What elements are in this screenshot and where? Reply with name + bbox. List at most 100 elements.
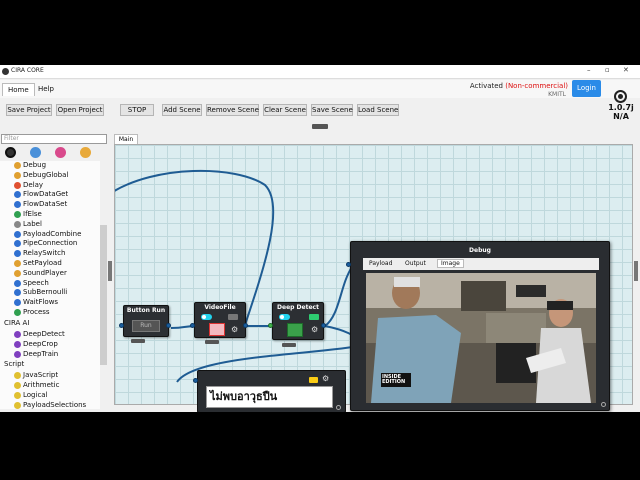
login-button[interactable]: Login (572, 80, 601, 97)
list-item[interactable]: Process (14, 308, 50, 317)
remove-scene-button[interactable]: Remove Scene (206, 104, 259, 116)
node-icon (14, 391, 21, 399)
category-icons (3, 146, 107, 160)
stop-button[interactable]: STOP (120, 104, 154, 116)
list-item[interactable]: DeepCrop (14, 340, 58, 349)
category-globe-icon[interactable] (30, 147, 41, 158)
section-cira-ai[interactable]: CIRA AI (4, 319, 29, 328)
tab-image[interactable]: Image (437, 259, 464, 268)
node-icon (14, 240, 21, 248)
gear-icon[interactable]: ⚙ (322, 375, 329, 383)
tab-help[interactable]: Help (33, 83, 59, 95)
node-tab-handle[interactable] (282, 343, 296, 347)
license-status: Activated (Non-commercial) (469, 82, 568, 90)
list-item[interactable]: FlowDataGet (14, 190, 68, 199)
node-list-scrollbar[interactable] (100, 225, 107, 365)
list-item[interactable]: PayloadCombine (14, 230, 81, 239)
node-icon (14, 330, 21, 338)
add-scene-button[interactable]: Add Scene (162, 104, 202, 116)
save-project-button[interactable]: Save Project (6, 104, 52, 116)
list-item[interactable]: WaitFlows (14, 298, 58, 307)
output-port[interactable] (166, 323, 171, 328)
node-icon (14, 230, 21, 238)
app-logo-icon (2, 68, 9, 75)
list-item[interactable]: SubBernoulli (14, 288, 67, 297)
list-item[interactable]: PipeConnection (14, 239, 77, 248)
save-scene-button[interactable]: Save Scene (311, 104, 353, 116)
list-item[interactable]: SetPayload (14, 259, 62, 268)
node-tab-handle[interactable] (205, 340, 219, 344)
clear-scene-button[interactable]: Clear Scene (263, 104, 307, 116)
left-splitter-handle[interactable] (108, 261, 112, 281)
list-item[interactable]: IfElse (14, 210, 42, 219)
list-item[interactable]: DeepTrain (14, 350, 58, 359)
node-icon (14, 191, 21, 199)
section-script[interactable]: Script (4, 360, 24, 369)
list-item[interactable]: Delay (14, 181, 43, 190)
list-item[interactable]: Logical (14, 391, 48, 400)
input-port[interactable] (193, 378, 198, 383)
deep-detect-node[interactable]: Deep Detect ⚙ (272, 302, 324, 340)
list-item[interactable]: DebugGlobal (14, 171, 68, 180)
input-port[interactable] (190, 323, 195, 328)
maximize-button[interactable]: ▫ (605, 66, 610, 74)
title-bar: CIRA CORE – ▫ ✕ (0, 65, 640, 79)
minimize-button[interactable]: – (587, 66, 591, 74)
list-item[interactable]: PayloadSelections (14, 401, 86, 410)
list-item[interactable]: Arithmetic (14, 381, 59, 390)
node-icon (14, 381, 21, 389)
input-port[interactable] (119, 323, 124, 328)
input-port[interactable] (346, 262, 351, 267)
output-port[interactable] (321, 323, 326, 328)
resize-handle[interactable] (336, 405, 341, 410)
node-tab-handle[interactable] (131, 339, 145, 343)
run-button[interactable]: Run (132, 320, 160, 332)
version-label: 1.0.7j N/A (608, 103, 634, 121)
debug-image-preview: INSIDE EDITION (366, 273, 596, 403)
gear-icon[interactable]: ⚙ (311, 326, 318, 334)
input-port[interactable] (268, 323, 273, 328)
node-icon (14, 260, 21, 267)
node-icon (14, 181, 21, 189)
resize-handle[interactable] (601, 402, 606, 407)
list-item[interactable]: Speech (14, 279, 49, 288)
right-splitter-handle[interactable] (634, 261, 638, 281)
load-scene-button[interactable]: Load Scene (357, 104, 399, 116)
filter-input[interactable]: Filter (1, 134, 107, 144)
list-item[interactable]: JavaScript (14, 371, 58, 380)
result-text: ไม่พบอาวุธปืน (206, 386, 333, 408)
close-button[interactable]: ✕ (623, 66, 629, 74)
enable-toggle[interactable] (201, 314, 212, 320)
list-item[interactable]: RelaySwitch (14, 249, 65, 258)
watermark-logo: INSIDE EDITION (382, 374, 406, 385)
tab-output[interactable]: Output (405, 260, 426, 267)
node-icon (14, 269, 21, 277)
enable-toggle[interactable] (279, 314, 290, 320)
node-icon (14, 211, 21, 218)
toolbar-collapse-handle[interactable] (312, 124, 328, 129)
tab-payload[interactable]: Payload (369, 260, 392, 267)
list-item[interactable]: SoundPlayer (14, 269, 67, 278)
node-icon (14, 401, 21, 409)
node-icon (14, 171, 21, 179)
videofile-node[interactable]: VideoFile ⚙ (194, 302, 246, 338)
debug-tabs: Payload Output Image (363, 258, 599, 270)
open-project-button[interactable]: Open Project (56, 104, 104, 116)
category-core-icon[interactable] (5, 147, 16, 158)
button-run-node[interactable]: Button Run Run (123, 305, 169, 337)
cira-logo-icon (614, 90, 627, 103)
status-indicator (309, 377, 318, 383)
text-display-node[interactable]: ⚙ ไม่พบอาวุธปืน (197, 370, 346, 412)
gear-icon[interactable]: ⚙ (231, 326, 238, 334)
debug-node-panel[interactable]: Debug Payload Output Image INSIDE EDITIO… (350, 241, 610, 411)
list-item[interactable]: FlowDataSet (14, 200, 67, 209)
list-item[interactable]: Label (14, 220, 42, 229)
tab-home[interactable]: Home (2, 83, 35, 96)
status-indicator (228, 314, 238, 320)
tab-main-scene[interactable]: Main (114, 134, 138, 144)
list-item[interactable]: DeepDetect (14, 330, 65, 339)
output-port[interactable] (243, 323, 248, 328)
category-script-icon[interactable] (80, 147, 91, 158)
list-item[interactable]: Debug (14, 161, 46, 170)
category-ai-icon[interactable] (55, 147, 66, 158)
